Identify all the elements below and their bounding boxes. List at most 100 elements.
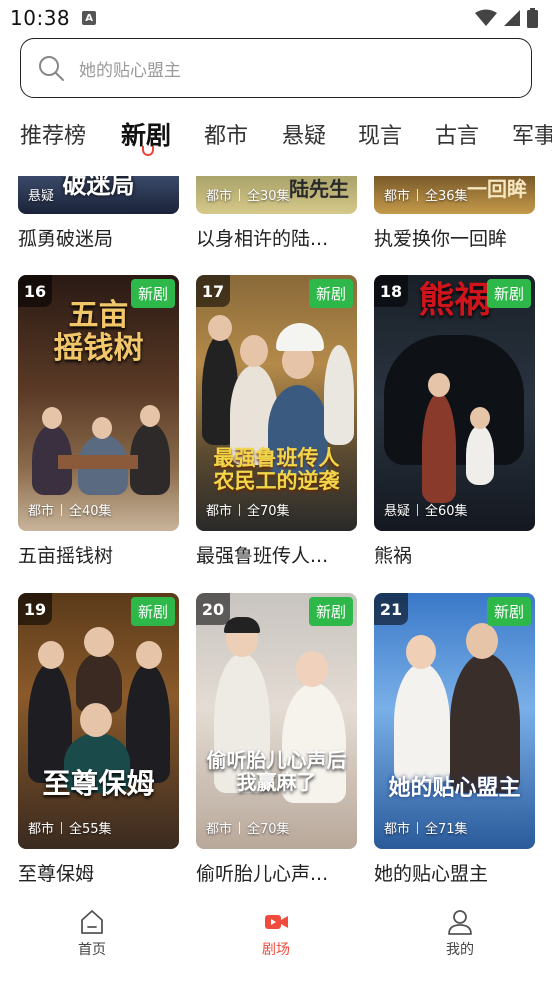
poster-art-text: 至尊保姆: [42, 767, 155, 800]
drama-card[interactable]: 她的贴心盟主 21 新剧 都市 全71集 她的贴心盟主: [374, 593, 535, 886]
category-tabs: 推荐榜 新剧 都市 悬疑 现言 古言 军事: [0, 110, 552, 160]
tab-indicator: [142, 146, 154, 156]
poster: 熊祸 18 新剧 悬疑 全60集: [374, 275, 535, 531]
poster: 至尊保姆 19 新剧 都市 全55集: [18, 593, 179, 849]
drama-title: 最强鲁班传人...: [196, 545, 329, 567]
rank-badge: 21: [374, 593, 408, 625]
meta-divider: [239, 503, 241, 516]
rank-badge: 16: [18, 275, 52, 307]
genre-label: 悬疑: [28, 189, 55, 204]
drama-card[interactable]: 至尊保姆 19 新剧 都市 全55集 至尊保姆: [18, 593, 179, 886]
rank-badge: 17: [196, 275, 230, 307]
poster-meta: 都市 全70集: [206, 818, 290, 837]
drama-card[interactable]: 陆先生 都市 全30集 以身相许的陆...: [196, 176, 357, 251]
poster-meta: 都市 全55集: [28, 818, 112, 837]
nav-theater-label: 剧场: [262, 942, 290, 958]
video-camera-icon: [265, 915, 288, 929]
poster-meta: 都市 全40集: [28, 500, 112, 519]
meta-divider: [239, 821, 241, 834]
new-badge: 新剧: [130, 279, 175, 308]
poster: 最强鲁班传人 农民工的逆袭 17 新剧 都市 全70集: [196, 275, 357, 531]
drama-card[interactable]: 最强鲁班传人 农民工的逆袭 17 新剧 都市 全70集 最强鲁班传人...: [196, 275, 357, 568]
tab-modern-romance[interactable]: 现言: [358, 118, 402, 150]
poster-art-text: 最强鲁班传人 农民工的逆袭: [213, 446, 340, 494]
poster: 五亩 摇钱树 16 新剧 都市 全40集: [18, 275, 179, 531]
nav-mine[interactable]: 我的: [368, 900, 552, 983]
drama-title: 偷听胎儿心声...: [196, 863, 329, 885]
new-badge: 新剧: [486, 279, 531, 308]
episode-count: 全30集: [247, 189, 290, 204]
genre-label: 都市: [384, 822, 411, 837]
episode-count: 全40集: [69, 504, 112, 519]
meta-divider: [61, 821, 63, 834]
drama-title: 熊祸: [374, 545, 413, 567]
episode-count: 全71集: [425, 822, 468, 837]
poster-meta: 都市 全70集: [206, 500, 290, 519]
drama-title: 孤勇破迷局: [18, 228, 114, 250]
status-time: 10:38: [10, 6, 71, 30]
new-badge: 新剧: [308, 279, 353, 308]
rank-badge: 18: [374, 275, 408, 307]
nav-home[interactable]: 首页: [0, 900, 184, 983]
genre-label: 悬疑: [384, 504, 411, 519]
episode-count: 全70集: [247, 504, 290, 519]
tab-ancient-romance[interactable]: 古言: [435, 118, 479, 150]
status-icons: [475, 8, 538, 28]
meta-divider: [417, 503, 419, 516]
episode-count: 全70集: [247, 822, 290, 837]
rank-badge: 19: [18, 593, 52, 625]
search-input[interactable]: 她的贴心盟主: [20, 38, 532, 98]
bottom-nav: 首页 剧场 我的: [0, 900, 552, 983]
nav-mine-label: 我的: [446, 942, 474, 958]
wifi-icon: [475, 9, 497, 26]
tab-recommend[interactable]: 推荐榜: [20, 118, 86, 150]
meta-divider: [61, 503, 63, 516]
poster-meta: 悬疑: [28, 185, 54, 204]
poster-art-text: 偷听胎儿心声后 我赢麻了: [206, 748, 347, 794]
nav-home-label: 首页: [78, 942, 106, 958]
poster-meta: 都市 全36集: [384, 185, 468, 204]
episode-count: 全55集: [69, 822, 112, 837]
episode-count: 全36集: [425, 189, 468, 204]
new-badge: 新剧: [130, 597, 175, 626]
new-badge: 新剧: [486, 597, 531, 626]
poster-art-text: 五亩 摇钱树: [53, 298, 144, 366]
drama-title: 五亩摇钱树: [18, 545, 114, 567]
battery-icon: [527, 8, 538, 28]
home-icon: [81, 910, 103, 934]
drama-title: 至尊保姆: [18, 863, 95, 885]
tab-city[interactable]: 都市: [204, 118, 248, 150]
drama-card[interactable]: 破迷局 悬疑 孤勇破迷局: [18, 176, 179, 251]
status-bar: 10:38 A: [0, 0, 552, 36]
user-icon: [448, 910, 472, 935]
drama-card[interactable]: 一回眸 都市 全36集 执爱换你一回眸: [374, 176, 535, 251]
tab-military[interactable]: 军事: [512, 118, 552, 150]
tab-suspense[interactable]: 悬疑: [282, 118, 326, 150]
nav-theater[interactable]: 剧场: [184, 900, 368, 983]
meta-divider: [417, 188, 419, 201]
poster-meta: 都市 全71集: [384, 818, 468, 837]
genre-label: 都市: [384, 189, 411, 204]
meta-divider: [239, 188, 241, 201]
notification-icon: A: [82, 11, 97, 25]
genre-label: 都市: [28, 822, 55, 837]
poster-meta: 悬疑 全60集: [384, 500, 468, 519]
episode-count: 全60集: [425, 504, 468, 519]
genre-label: 都市: [206, 822, 233, 837]
drama-card[interactable]: 偷听胎儿心声后 我赢麻了 20 新剧 都市 全70集 偷听胎儿心声...: [196, 593, 357, 886]
rank-badge: 20: [196, 593, 230, 625]
poster: 一回眸 都市 全36集: [374, 176, 535, 214]
poster: 陆先生 都市 全30集: [196, 176, 357, 214]
poster-art-text: 她的贴心盟主: [388, 776, 521, 801]
genre-label: 都市: [28, 504, 55, 519]
genre-label: 都市: [206, 189, 233, 204]
poster: 破迷局 悬疑: [18, 176, 179, 214]
poster: 她的贴心盟主 21 新剧 都市 全71集: [374, 593, 535, 849]
genre-label: 都市: [206, 504, 233, 519]
drama-title: 执爱换你一回眸: [374, 228, 508, 250]
meta-divider: [417, 821, 419, 834]
poster-meta: 都市 全30集: [206, 185, 290, 204]
drama-card[interactable]: 熊祸 18 新剧 悬疑 全60集 熊祸: [374, 275, 535, 568]
search-placeholder: 她的贴心盟主: [79, 60, 181, 81]
drama-card[interactable]: 五亩 摇钱树 16 新剧 都市 全40集 五亩摇钱树: [18, 275, 179, 568]
